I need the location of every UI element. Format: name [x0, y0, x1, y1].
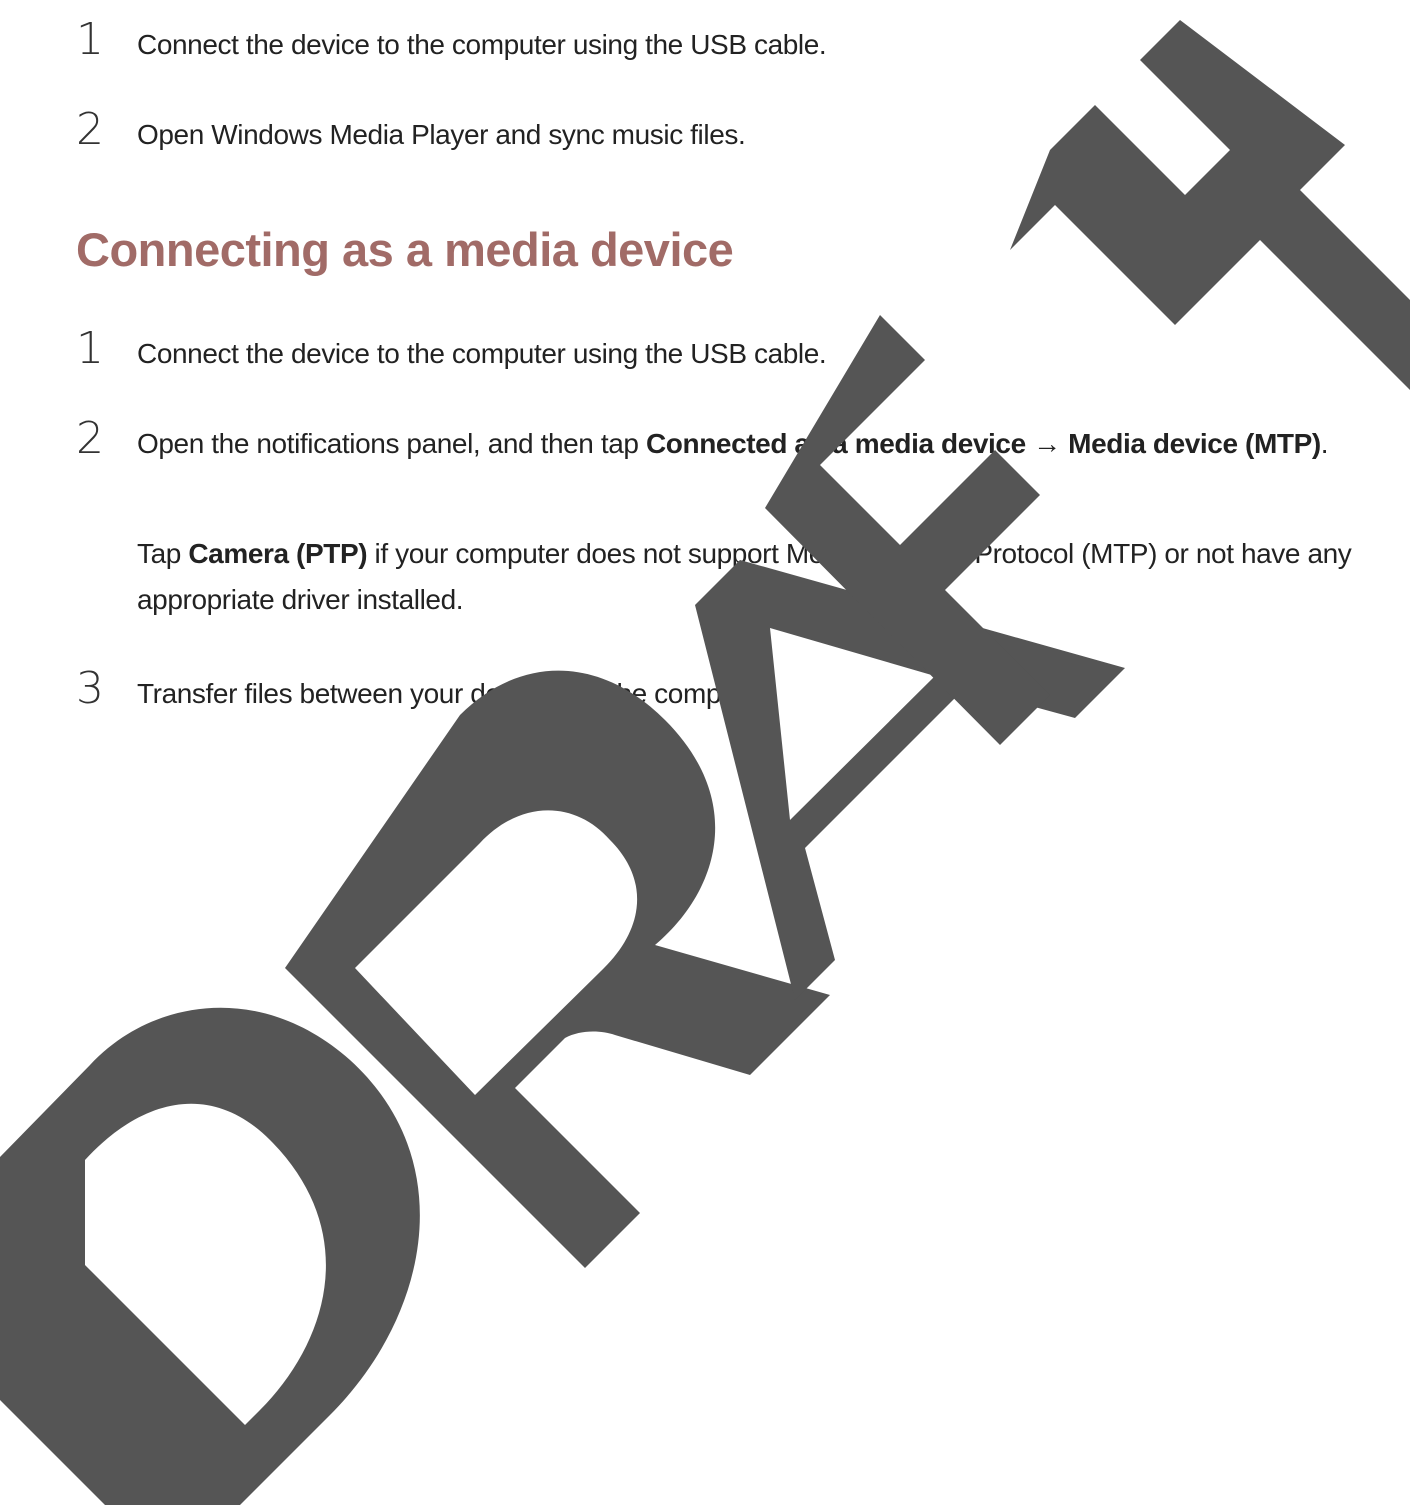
- step-text: Open the notifications panel, and then t…: [137, 421, 1377, 467]
- step-number: 2: [76, 104, 104, 155]
- step-number: 3: [76, 663, 104, 714]
- step-text: Connect the device to the computer using…: [137, 338, 827, 369]
- step-text: Connect the device to the computer using…: [137, 29, 827, 60]
- watermark-letter-d: [0, 1007, 420, 1505]
- menu-option-media-device-mtp: Media device (MTP): [1068, 428, 1321, 459]
- watermark-letter-r: [285, 670, 830, 1268]
- step-number: 1: [76, 14, 104, 65]
- menu-option-camera-ptp: Camera (PTP): [188, 538, 368, 569]
- step-2-note: Tap Camera (PTP) if your computer does n…: [137, 531, 1377, 623]
- watermark-letter-a: [695, 560, 1125, 1000]
- arrow-separator: →: [1025, 428, 1069, 459]
- step-number: 1: [76, 323, 104, 374]
- manual-page: 1 Connect the device to the computer usi…: [0, 0, 1415, 1505]
- step-number: 2: [76, 413, 104, 464]
- note-text-before: Tap: [137, 538, 189, 569]
- step-text: Transfer files between your device and t…: [137, 678, 774, 709]
- section-heading: Connecting as a media device: [76, 223, 734, 276]
- step-text-after: .: [1320, 428, 1329, 459]
- step-text-before: Open the notifications panel, and then t…: [137, 428, 646, 459]
- step-text: Open Windows Media Player and sync music…: [137, 119, 746, 150]
- menu-option-connected-as-media-device: Connected as a media device: [645, 428, 1026, 459]
